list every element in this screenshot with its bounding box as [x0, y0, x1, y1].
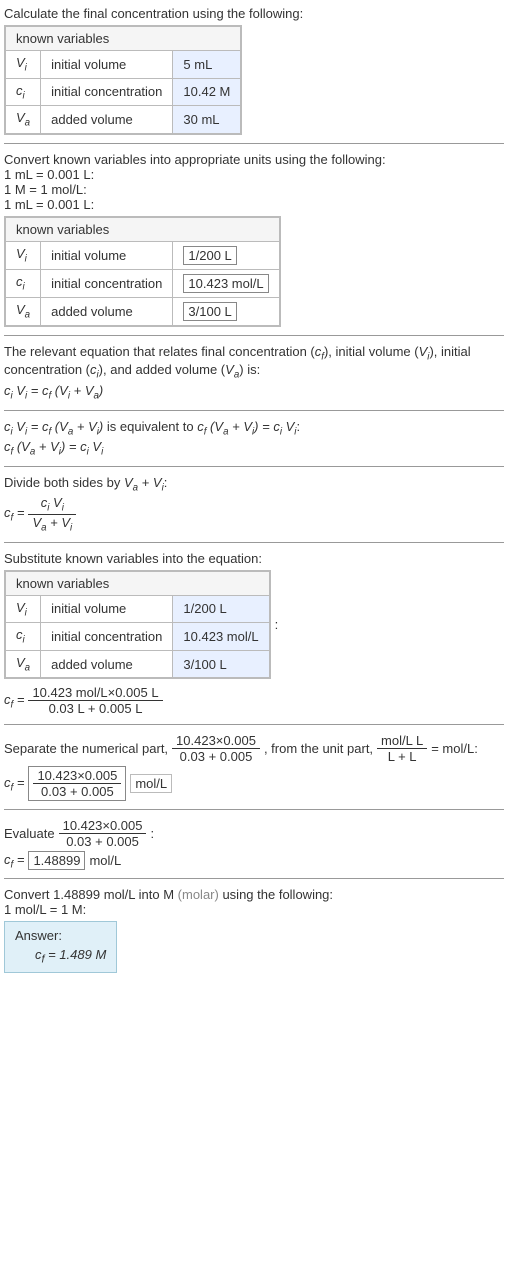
var-sym: Vi — [5, 595, 41, 623]
step8-intro: Evaluate 10.423×0.0050.03 + 0.005 : — [4, 818, 504, 849]
step1-table: known variables Viinitial volume5 mL cii… — [4, 25, 242, 135]
divider — [4, 410, 504, 411]
step6-row: known variables Viinitial volume1/200 L … — [4, 566, 504, 684]
var-desc: added volume — [41, 297, 173, 326]
var-val: 3/100 L — [173, 650, 270, 678]
step6-table: known variables Viinitial volume1/200 L … — [4, 570, 271, 680]
var-val: 1/200 L — [173, 241, 280, 269]
var-val: 10.42 M — [173, 78, 241, 106]
step4-text: ci Vi = cf (Va + Vi) is equivalent to cf… — [4, 419, 504, 438]
var-sym: ci — [5, 623, 41, 651]
conv-line: 1 M = 1 mol/L: — [4, 182, 504, 197]
conv-line: 1 mL = 0.001 L: — [4, 167, 504, 182]
answer-label: Answer: — [15, 928, 106, 943]
divider — [4, 724, 504, 725]
var-desc: initial concentration — [41, 623, 173, 651]
conv-line: 1 mol/L = 1 M: — [4, 902, 504, 917]
step6-intro: Substitute known variables into the equa… — [4, 551, 504, 566]
equation: cf = 1.48899 mol/L — [4, 851, 504, 870]
step2-table: known variables Viinitial volume1/200 L … — [4, 216, 281, 327]
answer-box: Answer: cf = 1.489 M — [4, 921, 117, 973]
table-header: known variables — [5, 571, 270, 596]
var-desc: added volume — [41, 106, 173, 134]
table-header: known variables — [5, 217, 280, 242]
equation: ci Vi = cf (Vi + Va) — [4, 383, 504, 402]
var-desc: initial volume — [41, 595, 173, 623]
equation: cf (Va + Vi) = ci Vi — [4, 439, 504, 458]
divider — [4, 809, 504, 810]
step7-intro: Separate the numerical part, 10.423×0.00… — [4, 733, 504, 764]
divider — [4, 466, 504, 467]
var-sym: Vi — [5, 241, 41, 269]
var-val: 10.423 mol/L — [173, 623, 270, 651]
var-val: 5 mL — [173, 51, 241, 79]
table-header: known variables — [5, 26, 241, 51]
divider — [4, 143, 504, 144]
var-sym: ci — [5, 269, 41, 297]
divider — [4, 542, 504, 543]
step5-intro: Divide both sides by Va + Vi: — [4, 475, 504, 494]
equation: cf = ci ViVa + Vi — [4, 495, 504, 533]
equation: cf = 10.423×0.0050.03 + 0.005 mol/L — [4, 766, 504, 801]
var-desc: initial concentration — [41, 269, 173, 297]
step3-intro: The relevant equation that relates final… — [4, 344, 504, 381]
var-val: 10.423 mol/L — [173, 269, 280, 297]
divider — [4, 878, 504, 879]
equation: cf = 10.423 mol/L×0.005 L0.03 L + 0.005 … — [4, 685, 504, 716]
var-val: 3/100 L — [173, 297, 280, 326]
var-desc: initial volume — [41, 241, 173, 269]
var-val: 30 mL — [173, 106, 241, 134]
var-sym: Va — [5, 650, 41, 678]
conv-line: 1 mL = 0.001 L: — [4, 197, 504, 212]
var-sym: Vi — [5, 51, 41, 79]
colon: : — [275, 617, 279, 632]
step9-intro: Convert 1.48899 mol/L into M (molar) usi… — [4, 887, 504, 902]
step2-intro: Convert known variables into appropriate… — [4, 152, 504, 167]
var-desc: added volume — [41, 650, 173, 678]
var-val: 1/200 L — [173, 595, 270, 623]
var-desc: initial volume — [41, 51, 173, 79]
var-desc: initial concentration — [41, 78, 173, 106]
var-sym: Va — [5, 297, 41, 326]
var-sym: ci — [5, 78, 41, 106]
step1-intro: Calculate the final concentration using … — [4, 6, 504, 21]
answer-value: cf = 1.489 M — [15, 947, 106, 962]
var-sym: Va — [5, 106, 41, 134]
divider — [4, 335, 504, 336]
